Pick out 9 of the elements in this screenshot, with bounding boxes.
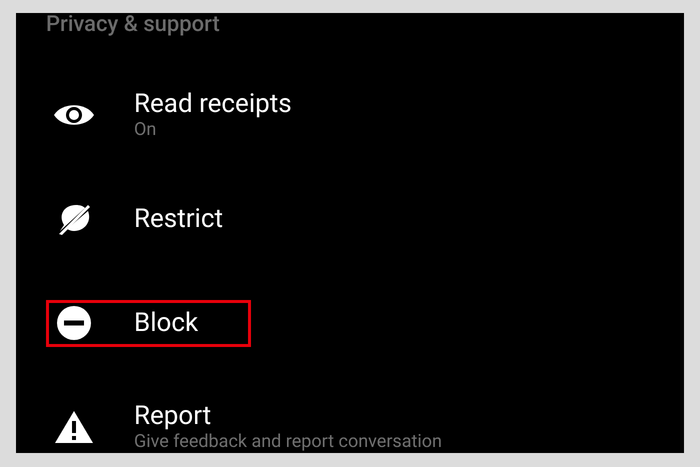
item-title[interactable]: Read receipts xyxy=(134,89,292,119)
item-title[interactable]: Restrict xyxy=(134,204,223,234)
section-title: Privacy & support xyxy=(46,13,221,37)
item-subtitle: On xyxy=(134,119,158,141)
item-title[interactable]: Report xyxy=(134,401,442,431)
item-title[interactable]: Block xyxy=(134,308,198,338)
warning-icon xyxy=(54,409,94,445)
block-icon xyxy=(56,305,92,341)
item-subtitle: Give feedback and report conversation xyxy=(134,431,442,453)
